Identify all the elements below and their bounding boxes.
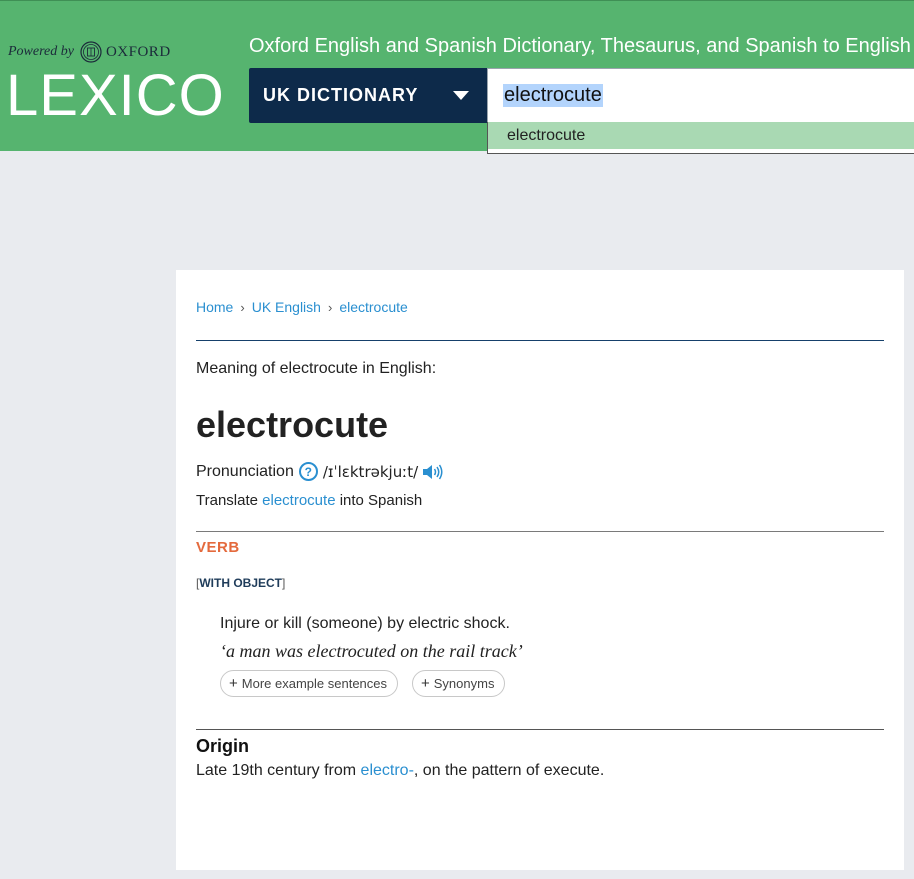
pronunciation-label: Pronunciation [196,462,294,480]
breadcrumb: Home › UK English › electrocute [196,299,408,315]
definition: Injure or kill (someone) by electric sho… [220,615,510,632]
synonyms-button[interactable]: + Synonyms [412,670,506,697]
breadcrumb-current[interactable]: electrocute [339,299,407,315]
synonyms-label: Synonyms [433,676,495,691]
caret-down-icon [453,91,469,100]
breadcrumb-separator: › [327,299,333,315]
divider [196,340,884,341]
plus-icon: + [421,675,430,692]
powered-by-oxford: Powered by OXFORD [8,41,171,63]
site-tagline: Oxford English and Spanish Dictionary, T… [249,35,911,57]
more-examples-label: More example sentences [241,676,388,691]
origin-post: , on the pattern of execute. [413,762,605,779]
suggestion-item[interactable]: electrocute [488,122,914,149]
divider [196,729,884,730]
dictionary-select[interactable]: UK DICTIONARY [249,68,487,123]
headword: electrocute [196,404,389,445]
entry-card: Home › UK English › electrocute Meaning … [176,270,904,870]
more-examples-button[interactable]: + More example sentences [220,670,399,697]
breadcrumb-home[interactable]: Home [196,299,233,315]
translate-pre: Translate [196,492,258,509]
translate-link[interactable]: electrocute [262,492,335,509]
oxford-seal-icon [80,41,102,63]
grammar-note: [WITH OBJECT] [196,576,285,590]
breadcrumb-uk-english[interactable]: UK English [252,299,321,315]
translate-line: Translate electrocute into Spanish [196,492,422,509]
dictionary-select-label: UK DICTIONARY [263,85,419,105]
origin-pre: Late 19th century from [196,762,357,779]
grammar-note-text: WITH OBJECT [199,576,283,590]
oxford-wordmark: OXFORD [105,43,171,60]
origin-link[interactable]: electro- [361,762,414,779]
origin-heading: Origin [196,736,249,756]
part-of-speech: VERB [196,539,240,556]
breadcrumb-separator: › [240,299,245,315]
example-sentence: ‘a man was electrocuted on the rail trac… [220,641,523,661]
pronunciation: Pronunciation ? /ɪˈlɛktrəkjuːt/ [196,462,443,481]
powered-by-text: Powered by [8,44,74,59]
search-input[interactable]: electrocute [487,68,914,123]
ipa-text: /ɪˈlɛktrəkjuːt/ [322,462,419,481]
translate-post: into Spanish [339,492,423,509]
help-icon[interactable]: ? [298,462,318,481]
divider [196,531,884,532]
lexico-logo[interactable]: LEXICO [6,63,225,129]
speaker-icon[interactable] [421,463,443,481]
search-suggestions: electrocute [487,122,914,154]
origin-text: Late 19th century from electro-, on the … [196,762,604,780]
search-input-value: electrocute [503,84,603,107]
meaning-line: Meaning of electrocute in English: [196,360,437,377]
plus-icon: + [229,675,238,692]
grammar-bracket: ] [282,576,286,590]
